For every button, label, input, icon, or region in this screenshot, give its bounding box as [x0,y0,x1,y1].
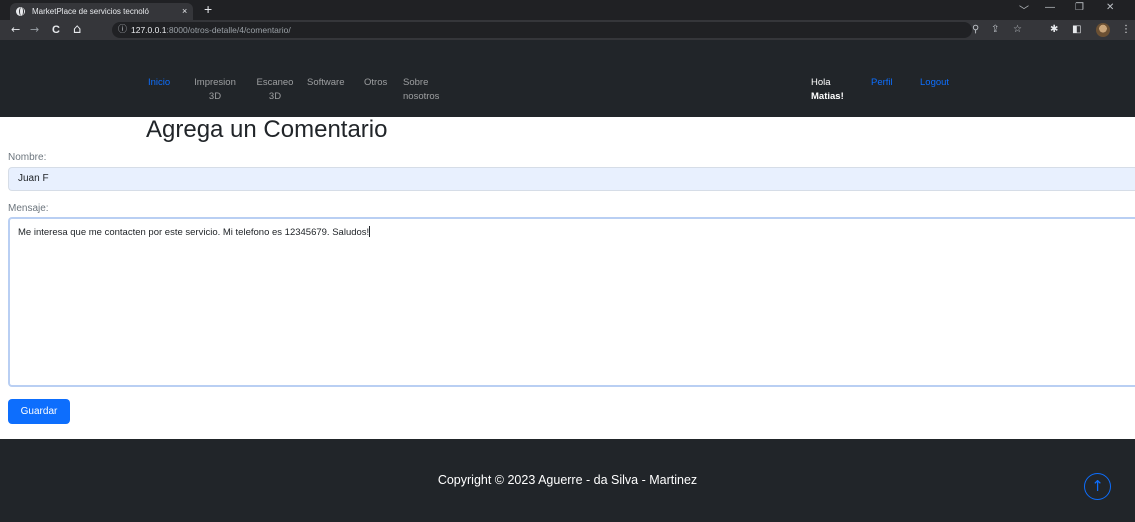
browser-tab-strip: MarketPlace de servicios tecnoló × + ﹀ —… [0,0,1135,20]
guardar-button[interactable]: Guardar [8,399,70,424]
site-info-icon[interactable]: ⓘ [118,22,127,38]
bookmark-star-icon[interactable]: ☆ [1013,23,1022,37]
url-host: 127.0.0.1 [131,25,167,35]
site-footer: Copyright © 2023 Aguerre - da Silva - Ma… [0,439,1135,522]
share-icon[interactable]: ⇪ [991,23,999,37]
url-text: 127.0.0.1:8000/otros-detalle/4/comentari… [131,22,291,38]
close-window-button[interactable]: ✕ [1106,2,1114,13]
minimize-button[interactable]: — [1045,2,1055,13]
back-to-top-icon[interactable]: ↑ [1084,473,1111,500]
user-greeting: Hola Matias! [811,76,844,104]
nombre-input[interactable]: Juan F [8,167,1135,191]
nav-perfil[interactable]: Perfil [871,76,893,90]
greeting-text: Hola [811,77,831,88]
mensaje-textarea[interactable]: Me interesa que me contacten por este se… [8,217,1135,387]
browser-menu-icon[interactable]: ⋮ [1121,23,1131,37]
nav-otros[interactable]: Otros [364,76,387,90]
back-icon[interactable]: ← [11,22,20,38]
reload-icon[interactable]: C [52,22,60,38]
tab-close-button[interactable]: × [182,3,187,20]
restore-button[interactable]: ❐ [1075,2,1084,13]
globe-icon [16,7,25,16]
nombre-label: Nombre: [8,152,47,163]
mensaje-text: Me interesa que me contacten por este se… [18,227,370,238]
forward-icon[interactable]: → [30,22,39,38]
side-panel-icon[interactable]: ◧ [1072,23,1081,37]
nav-escaneo-3d[interactable]: Escaneo 3D [250,76,300,104]
profile-avatar[interactable] [1096,23,1110,37]
nav-inicio[interactable]: Inicio [148,76,170,90]
copyright-text: Copyright © 2023 Aguerre - da Silva - Ma… [437,473,698,487]
zoom-icon[interactable]: ⚲ [972,23,979,37]
new-tab-button[interactable]: + [204,1,212,17]
page-title: Agrega un Comentario [146,116,388,143]
site-navbar [0,40,1135,117]
url-path: :8000/otros-detalle/4/comentario/ [166,25,291,35]
text-caret [369,226,371,237]
nav-logout[interactable]: Logout [920,76,949,90]
browser-toolbar: ← → C ⌂ ⓘ 127.0.0.1:8000/otros-detalle/4… [0,20,1135,40]
nav-impresion-3d[interactable]: Impresion 3D [188,76,242,104]
nav-sobre-nosotros[interactable]: Sobre nosotros [403,76,449,104]
home-icon[interactable]: ⌂ [73,22,81,38]
username-text: Matias! [811,91,844,102]
mensaje-label: Mensaje: [8,203,49,214]
tab-search-icon[interactable]: ﹀ [1019,2,1029,17]
nav-software[interactable]: Software [307,76,345,90]
tab-title: MarketPlace de servicios tecnoló [32,7,149,16]
address-bar[interactable]: ⓘ 127.0.0.1:8000/otros-detalle/4/comenta… [112,22,1022,38]
browser-tab[interactable]: MarketPlace de servicios tecnoló × [10,3,193,20]
extensions-icon[interactable]: ✱ [1050,23,1058,37]
